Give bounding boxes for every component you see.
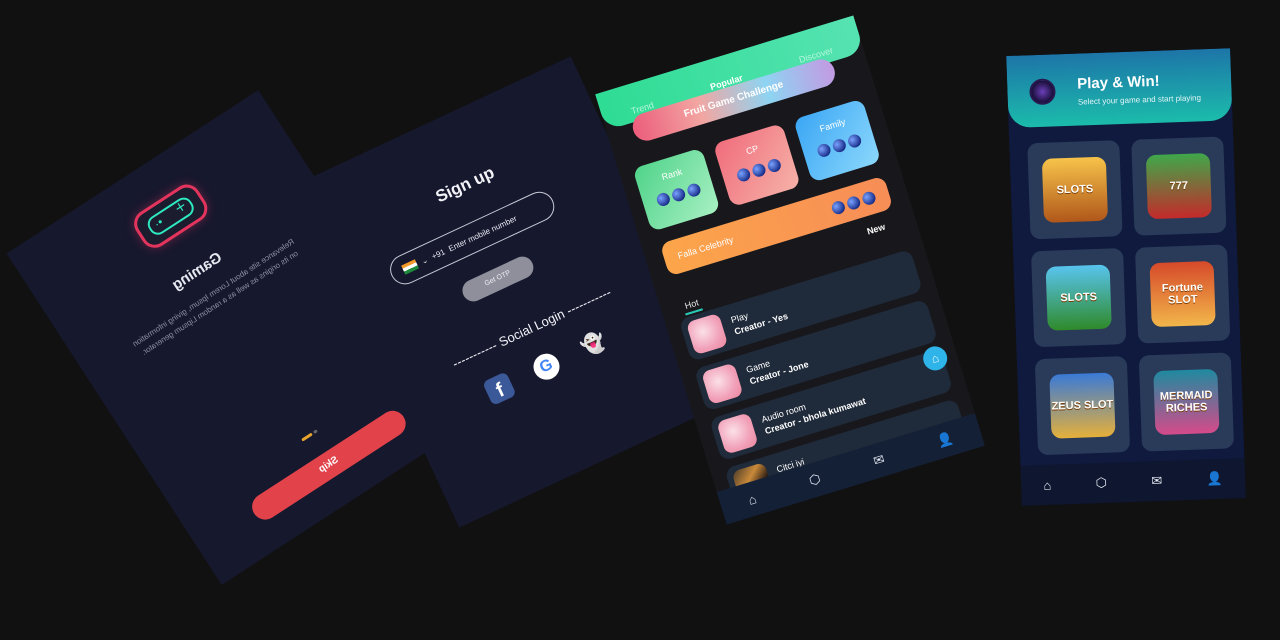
rank-card[interactable]: Rank (632, 147, 721, 232)
gamepad-logo-icon (128, 179, 213, 254)
room-thumbnail (685, 312, 729, 356)
game-tile[interactable]: Fortune SLOT (1134, 244, 1231, 344)
page-subtitle: Select your game and start playing (1077, 93, 1202, 107)
google-icon[interactable]: G (529, 349, 564, 384)
chat-icon[interactable]: ✉ (1151, 473, 1162, 489)
get-otp-button[interactable]: Get OTP (458, 252, 537, 306)
cube-icon[interactable]: ⬡ (807, 471, 823, 490)
slots-icon: SLOTS (1041, 156, 1109, 223)
game-grid: SLOTS 777 SLOTS Fortune SLOT ZEUS SLOT M… (1027, 136, 1235, 456)
bottom-nav: ⌂ ⬡ ✉ 👤 (1020, 457, 1246, 506)
country-code[interactable]: +91 (430, 247, 446, 261)
family-card[interactable]: Family (793, 98, 882, 183)
cp-card[interactable]: CP (712, 123, 801, 208)
room-thumbnail (701, 362, 744, 405)
game-tile[interactable]: ZEUS SLOT (1034, 356, 1131, 456)
777-slots-icon: 777 (1145, 153, 1212, 220)
home-icon[interactable]: ⌂ (746, 491, 758, 508)
header: Play & Win! Select your game and start p… (1006, 48, 1233, 129)
chevron-down-icon[interactable]: ⌄ (420, 255, 430, 266)
game-tile[interactable]: 777 (1131, 136, 1227, 236)
avatar[interactable] (1029, 78, 1056, 106)
profile-icon[interactable]: 👤 (1206, 471, 1223, 488)
new-label[interactable]: New (866, 222, 887, 237)
fortune-slot-icon: Fortune SLOT (1149, 260, 1216, 328)
profile-icon[interactable]: 👤 (935, 430, 955, 450)
game-tile[interactable]: MERMAID RICHES (1138, 352, 1235, 452)
rooms-screen: Trend Popular Discover Fruit Game Challe… (595, 15, 985, 525)
snapchat-icon[interactable]: 👻 (576, 327, 611, 362)
page-indicator (289, 421, 318, 442)
mermaid-riches-icon: MERMAID RICHES (1153, 368, 1220, 436)
skip-button[interactable]: Skip (247, 405, 411, 525)
game-tile[interactable]: SLOTS (1031, 248, 1127, 348)
india-flag-icon (401, 259, 420, 275)
football-slots-icon: SLOTS (1045, 264, 1112, 331)
play-win-screen: Play & Win! Select your game and start p… (1006, 48, 1246, 506)
page-title: Play & Win! (1076, 72, 1160, 93)
celebrity-label: Falla Celebrity (676, 234, 735, 261)
gem-balls-icon (830, 189, 877, 216)
zeus-slot-icon: ZEUS SLOT (1049, 372, 1116, 439)
cube-icon[interactable]: ⬡ (1095, 475, 1107, 491)
chat-icon[interactable]: ✉ (871, 451, 886, 469)
room-thumbnail (716, 412, 759, 455)
game-tile[interactable]: SLOTS (1027, 140, 1123, 240)
mobile-placeholder[interactable]: Enter mobile number (447, 213, 518, 253)
home-icon[interactable]: ⌂ (1043, 477, 1051, 492)
facebook-icon[interactable]: f (482, 371, 517, 406)
